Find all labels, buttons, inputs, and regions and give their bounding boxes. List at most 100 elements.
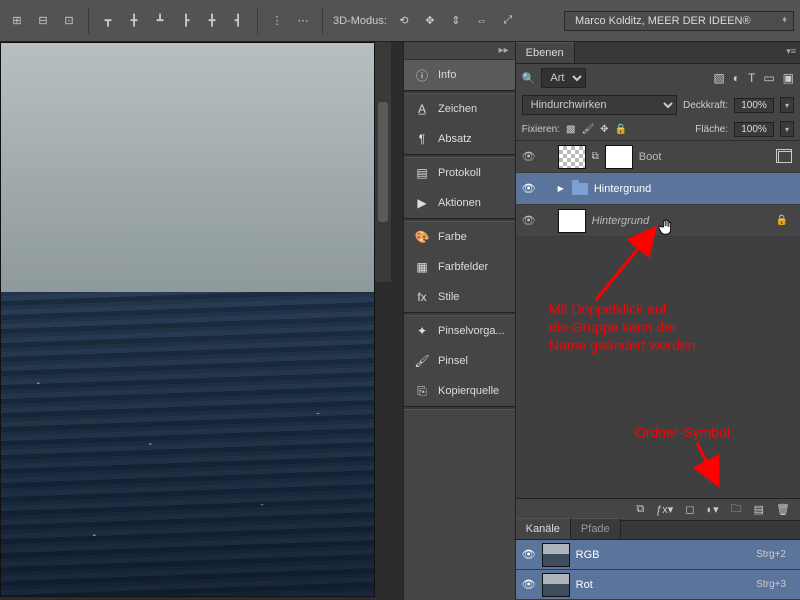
- dolly-icon[interactable]: ⇕: [445, 11, 467, 31]
- opacity-label: Deckkraft:: [683, 100, 728, 111]
- tab-pfade[interactable]: Pfade: [571, 518, 621, 539]
- visibility-icon[interactable]: 👁: [522, 214, 536, 227]
- align-top-icon[interactable]: ┳: [97, 11, 119, 31]
- fill-value[interactable]: 100%: [734, 122, 774, 137]
- panel-label: Zeichen: [438, 103, 477, 115]
- new-group-icon[interactable]: 🗀: [731, 500, 742, 519]
- orbit-icon[interactable]: ⟲: [393, 11, 415, 31]
- channel-row-rgb[interactable]: 👁 RGB Strg+2: [516, 540, 800, 570]
- channel-shortcut: Strg+2: [756, 549, 786, 560]
- align-group: ┳ ╋ ┻ ┣ ╋ ┫: [97, 8, 258, 34]
- align-left-icon[interactable]: ┣: [175, 11, 197, 31]
- align-hc-icon[interactable]: ╋: [201, 11, 223, 31]
- lock-transparent-icon[interactable]: ▩: [566, 124, 575, 135]
- actions-icon: ▶: [414, 196, 430, 210]
- fx-icon[interactable]: ƒx▾: [656, 503, 673, 516]
- brushpreset-icon: ✦: [414, 324, 430, 338]
- lock-all-icon[interactable]: 🔒: [615, 124, 627, 135]
- document-canvas[interactable]: [0, 42, 375, 597]
- align-right-icon[interactable]: ┫: [227, 11, 249, 31]
- link-layers-icon[interactable]: ⧉: [636, 503, 644, 516]
- brush-icon: 🖌: [414, 354, 430, 368]
- opacity-dropdown[interactable]: ▾: [780, 97, 794, 113]
- tool-icon[interactable]: ⊡: [58, 11, 80, 31]
- filter-kind-select[interactable]: Art: [541, 68, 586, 88]
- layer-name[interactable]: Boot: [639, 151, 662, 163]
- panel-pinsel[interactable]: 🖌Pinsel: [404, 346, 515, 376]
- adjustment-icon[interactable]: ◐▾: [706, 503, 718, 516]
- panel-farbe[interactable]: 🎨Farbe: [404, 222, 515, 252]
- color-icon: 🎨: [414, 230, 430, 244]
- layer-thumb[interactable]: [558, 145, 586, 169]
- search-icon: 🔍: [522, 72, 536, 85]
- panel-aktionen[interactable]: ▶Aktionen: [404, 188, 515, 218]
- slide-icon[interactable]: ⇔: [471, 11, 493, 31]
- channels-tabs: Kanäle Pfade: [516, 520, 800, 540]
- panel-label: Kopierquelle: [438, 385, 499, 397]
- opacity-value[interactable]: 100%: [734, 98, 774, 113]
- visibility-icon[interactable]: 👁: [522, 182, 536, 195]
- channel-thumb: [542, 573, 570, 597]
- filter-shape-icon[interactable]: ▭: [763, 71, 774, 85]
- mask-icon[interactable]: ◻: [685, 503, 694, 516]
- pan-icon[interactable]: ✥: [419, 11, 441, 31]
- channel-row-rot[interactable]: 👁 Rot Strg+3: [516, 570, 800, 600]
- folder-icon: [572, 183, 588, 195]
- scale-icon[interactable]: ⤢: [497, 11, 519, 31]
- lock-position-icon[interactable]: ✥: [600, 124, 608, 135]
- visibility-icon[interactable]: 👁: [522, 548, 536, 561]
- channel-name: RGB: [576, 549, 600, 561]
- channel-name: Rot: [576, 579, 593, 591]
- layer-name[interactable]: Hintergrund: [594, 183, 651, 195]
- tab-kanaele[interactable]: Kanäle: [516, 518, 571, 539]
- character-icon: A̲: [414, 102, 430, 116]
- channel-list: 👁 RGB Strg+2 👁 Rot Strg+3: [516, 540, 800, 600]
- history-icon: ▤: [414, 166, 430, 180]
- filter-smart-icon[interactable]: ▣: [783, 71, 794, 85]
- mask-link-icon[interactable]: ⧉: [592, 151, 599, 162]
- dist-icon[interactable]: ⋮: [266, 11, 288, 31]
- workspace-select[interactable]: Marco Kolditz, MEER DER IDEEN®: [564, 11, 794, 31]
- align-bottom-icon[interactable]: ┻: [149, 11, 171, 31]
- styles-icon: fx: [414, 290, 430, 304]
- align-vc-icon[interactable]: ╋: [123, 11, 145, 31]
- mask-thumb[interactable]: [605, 145, 633, 169]
- panel-label: Absatz: [438, 133, 472, 145]
- lock-pixels-icon[interactable]: 🖌: [581, 124, 594, 135]
- layer-row-boot[interactable]: 👁 ⧉ Boot: [516, 141, 800, 173]
- distribute-group: ⋮ ⋯: [266, 8, 323, 34]
- panel-menu-icon[interactable]: ▾≡: [786, 46, 796, 57]
- dist-icon[interactable]: ⋯: [292, 11, 314, 31]
- layer-filter-row: 🔍 Art ▧ ◐ T ▭ ▣: [516, 64, 800, 92]
- group-disclosure-icon[interactable]: ▶: [558, 184, 564, 193]
- panel-pinselvorgaben[interactable]: ✦Pinselvorga...: [404, 316, 515, 346]
- panel-zeichen[interactable]: A̲ Zeichen: [404, 94, 515, 124]
- tool-icon[interactable]: ⊞: [6, 11, 28, 31]
- filter-pixel-icon[interactable]: ▧: [713, 71, 724, 85]
- layer-thumb[interactable]: [558, 209, 586, 233]
- panel-kopierquelle[interactable]: ⎘Kopierquelle: [404, 376, 515, 406]
- layer-row-group[interactable]: 👁 ▶ Hintergrund: [516, 173, 800, 205]
- tab-ebenen[interactable]: Ebenen: [516, 42, 575, 63]
- filter-type-icon[interactable]: T: [748, 71, 755, 85]
- panel-protokoll[interactable]: ▤Protokoll: [404, 158, 515, 188]
- panel-stile[interactable]: fxStile: [404, 282, 515, 312]
- visibility-icon[interactable]: 👁: [522, 578, 536, 591]
- workspace-switcher[interactable]: Marco Kolditz, MEER DER IDEEN®: [564, 11, 794, 31]
- panel-absatz[interactable]: ¶Absatz: [404, 124, 515, 154]
- new-layer-icon[interactable]: ▤: [754, 503, 764, 516]
- panel-farbfelder[interactable]: ▦Farbfelder: [404, 252, 515, 282]
- collapse-button[interactable]: ▸▸: [404, 42, 515, 60]
- visibility-icon[interactable]: 👁: [522, 150, 536, 163]
- fill-dropdown[interactable]: ▾: [780, 121, 794, 137]
- layer-name[interactable]: Hintergrund: [592, 215, 649, 227]
- layer-dup-icon[interactable]: [778, 151, 792, 163]
- panel-info[interactable]: ⓘInfo: [404, 60, 515, 90]
- filter-adjust-icon[interactable]: ◐: [733, 71, 740, 85]
- blend-mode-select[interactable]: Hindurchwirken: [522, 95, 677, 115]
- vertical-scrollbar[interactable]: [375, 42, 391, 282]
- tool-group-1: ⊞ ⊟ ⊡: [6, 8, 89, 34]
- delete-icon[interactable]: 🗑: [776, 503, 790, 516]
- layers-column: Ebenen ▾≡ 🔍 Art ▧ ◐ T ▭ ▣ Hindurchwirken…: [516, 42, 800, 600]
- tool-icon[interactable]: ⊟: [32, 11, 54, 31]
